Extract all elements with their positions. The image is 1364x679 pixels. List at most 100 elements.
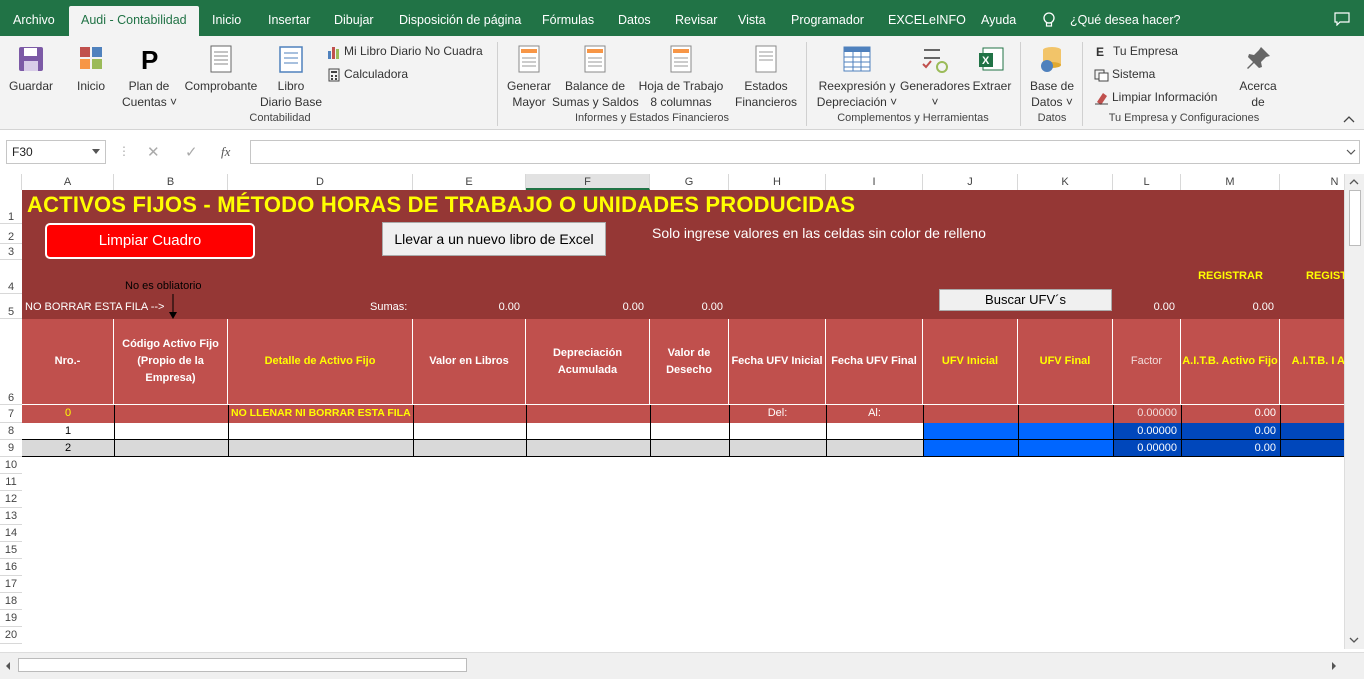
tab-ayuda[interactable]: Ayuda — [981, 6, 1016, 36]
scroll-down-icon[interactable] — [1349, 636, 1359, 644]
tab-vista[interactable]: Vista — [738, 6, 766, 36]
vertical-scrollbar[interactable] — [1344, 174, 1364, 649]
cancel-icon[interactable]: ✕ — [147, 143, 160, 161]
buscar-ufv-button[interactable]: Buscar UFV´s — [939, 289, 1112, 311]
column-header[interactable]: D — [228, 174, 413, 190]
svg-text:X: X — [982, 55, 990, 67]
group-separator — [1020, 42, 1021, 126]
formula-input[interactable] — [250, 140, 1360, 164]
column-header[interactable]: E — [413, 174, 526, 190]
tab-exceleinfo[interactable]: EXCELeINFO — [888, 6, 966, 36]
guardar-button[interactable]: Guardar — [8, 44, 54, 94]
llevar-libro-button[interactable]: Llevar a un nuevo libro de Excel — [382, 222, 606, 256]
row-header[interactable]: 5 — [0, 294, 22, 319]
estados-financieros-button[interactable]: Estados Financieros — [734, 44, 798, 110]
row-header[interactable]: 6 — [0, 319, 22, 405]
row9-factor: 0.00000 — [1137, 442, 1177, 454]
group-separator — [1082, 42, 1083, 126]
comprobante-button[interactable]: Comprobante — [182, 44, 260, 94]
collapse-ribbon-icon[interactable] — [1342, 114, 1356, 124]
row-header[interactable]: 1 — [0, 190, 22, 224]
calculadora-button[interactable]: Calculadora — [327, 66, 408, 82]
select-all-corner[interactable] — [0, 174, 22, 190]
tab-programador[interactable]: Programador — [791, 6, 864, 36]
tab-archivo[interactable]: Archivo — [13, 6, 55, 36]
tab-formulas[interactable]: Fórmulas — [542, 6, 594, 36]
hoja-trabajo-button[interactable]: Hoja de Trabajo 8 columnas — [638, 44, 724, 110]
plan-cuentas-button[interactable]: P Plan de Cuentas ˅ — [122, 44, 177, 110]
row-header[interactable]: 19 — [0, 610, 22, 627]
acerca-de-button[interactable]: Acerca de — [1232, 44, 1284, 110]
row-header[interactable]: 10 — [0, 457, 22, 474]
row-header[interactable]: 7 — [0, 405, 22, 423]
row-header[interactable]: 13 — [0, 508, 22, 525]
base-datos-button[interactable]: Base de Datos ˅ — [1027, 44, 1077, 110]
reexpresion-depreciacion-button[interactable]: Reexpresión y Depreciación ˅ — [814, 44, 900, 110]
row-header[interactable]: 15 — [0, 542, 22, 559]
limpiar-informacion-button[interactable]: Limpiar Información — [1094, 89, 1217, 105]
insert-function-icon[interactable]: fx — [221, 144, 230, 160]
tu-empresa-button[interactable]: E Tu Empresa — [1096, 43, 1178, 60]
balance-sumas-saldos-button[interactable]: Balance de Sumas y Saldos — [552, 44, 639, 110]
column-header[interactable]: G — [650, 174, 729, 190]
tab-dibujar[interactable]: Dibujar — [334, 6, 374, 36]
tell-me-search[interactable]: ¿Qué desea hacer? — [1070, 6, 1181, 36]
header-ufv-inicial: UFV Inicial — [923, 319, 1018, 405]
tab-insertar[interactable]: Insertar — [268, 6, 310, 36]
row-header[interactable]: 11 — [0, 474, 22, 491]
column-header[interactable]: A — [22, 174, 114, 190]
sistema-button[interactable]: Sistema — [1094, 66, 1155, 82]
ribbon: Guardar Inicio P Plan de Cuentas ˅ Compro… — [0, 36, 1364, 130]
horizontal-scrollbar[interactable] — [0, 652, 1364, 679]
tab-datos[interactable]: Datos — [618, 6, 651, 36]
column-header[interactable]: K — [1018, 174, 1113, 190]
row-header[interactable]: 9 — [0, 440, 22, 457]
tab-disposicion[interactable]: Disposición de página — [399, 6, 521, 36]
row-header[interactable]: 2 — [0, 224, 22, 244]
tab-audi-contabilidad[interactable]: Audi - Contabilidad — [69, 6, 199, 36]
scroll-up-icon[interactable] — [1349, 178, 1359, 186]
row-header[interactable]: 16 — [0, 559, 22, 576]
column-header[interactable]: L — [1113, 174, 1181, 190]
column-header[interactable]: B — [114, 174, 228, 190]
scroll-thumb[interactable] — [1349, 190, 1361, 246]
suma-aitb: 0.00 — [1252, 301, 1274, 313]
limpiar-cuadro-button[interactable]: Limpiar Cuadro — [45, 223, 255, 259]
row-header[interactable]: 8 — [0, 423, 22, 440]
column-header[interactable]: J — [923, 174, 1018, 190]
chevron-down-icon[interactable] — [92, 149, 100, 155]
eraser-icon — [1095, 92, 1108, 105]
generar-mayor-button[interactable]: Generar Mayor — [505, 44, 553, 110]
row-header[interactable]: 18 — [0, 593, 22, 610]
row-header[interactable]: 14 — [0, 525, 22, 542]
scroll-thumb[interactable] — [18, 658, 467, 672]
row-header[interactable]: 3 — [0, 244, 22, 260]
row7-del: Del: — [767, 407, 788, 419]
row9-nro[interactable]: 2 — [22, 442, 114, 454]
generadores-button[interactable]: Generadores ˅ — [900, 44, 970, 110]
row8-nro[interactable]: 1 — [22, 425, 114, 437]
tab-revisar[interactable]: Revisar — [675, 6, 717, 36]
scroll-right-icon[interactable] — [1330, 661, 1338, 671]
chevron-down-icon[interactable] — [1346, 149, 1356, 155]
row8-aitb: 0.00 — [1254, 425, 1276, 437]
mi-libro-diario-button[interactable]: Mi Libro Diario No Cuadra — [327, 43, 483, 59]
header-aitb-activo: A.I.T.B. Activo Fijo — [1181, 319, 1280, 405]
name-box[interactable]: F30 — [6, 140, 106, 164]
row-header[interactable]: 12 — [0, 491, 22, 508]
column-header[interactable]: I — [826, 174, 923, 190]
inicio-button[interactable]: Inicio — [72, 44, 110, 94]
extraer-button[interactable]: X Extraer — [970, 44, 1014, 94]
row-header[interactable]: 4 — [0, 260, 22, 294]
libro-diario-button[interactable]: Libro Diario Base — [260, 44, 322, 110]
comment-icon[interactable] — [1334, 12, 1350, 26]
enter-check-icon[interactable]: ✓ — [185, 143, 198, 161]
column-header[interactable]: M — [1181, 174, 1280, 190]
tab-inicio[interactable]: Inicio — [212, 6, 241, 36]
column-header[interactable]: F — [526, 174, 650, 190]
scroll-left-icon[interactable] — [4, 661, 12, 671]
row-header[interactable]: 20 — [0, 627, 22, 644]
row-header[interactable]: 17 — [0, 576, 22, 593]
column-header[interactable]: N — [1280, 174, 1344, 190]
column-header[interactable]: H — [729, 174, 826, 190]
